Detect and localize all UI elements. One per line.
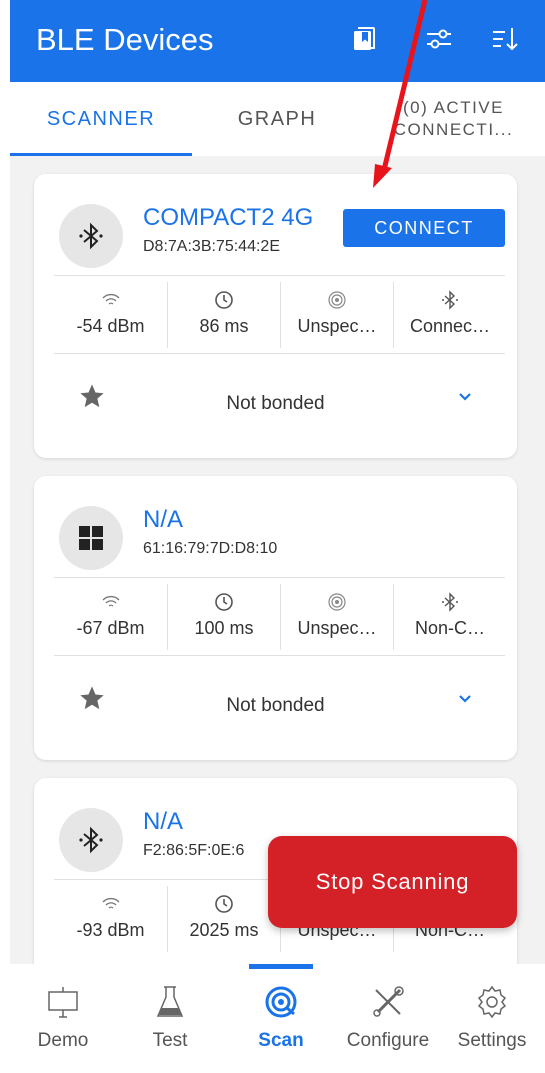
connectable-value: Connec… — [409, 316, 491, 336]
signal-icon — [102, 897, 119, 909]
bluetooth-icon — [79, 222, 103, 250]
device-card[interactable]: N/A 61:16:79:7D:D8:10 -67 dBm 100 ms Uns… — [34, 476, 517, 760]
bluetooth-small-icon — [442, 592, 458, 612]
device-address: F2:86:5F:0E:6 — [143, 842, 245, 859]
wrench-screwdriver-icon — [373, 986, 404, 1017]
divider — [54, 353, 505, 354]
nav-item-demo[interactable]: Demo — [15, 984, 111, 1052]
tab-scanner[interactable]: SCANNER — [10, 82, 192, 156]
device-stats: -67 dBm 100 ms Unspec… Non-C… — [54, 584, 505, 650]
device-name: COMPACT2 4G — [143, 204, 314, 231]
gear-icon — [477, 985, 507, 1019]
device-name: N/A — [143, 808, 184, 835]
nav-active-indicator — [249, 964, 313, 969]
app-bar: BLE Devices — [10, 0, 545, 82]
tab-active-connections-line1: (0) ACTIVE — [403, 98, 504, 117]
broadcast-icon — [328, 593, 346, 611]
beacon-type-value: Unspec… — [297, 316, 377, 336]
interval-value: 86 ms — [199, 316, 249, 336]
device-avatar — [59, 808, 123, 872]
nav-label-demo: Demo — [37, 1030, 89, 1051]
interval-value: 100 ms — [194, 618, 254, 638]
signal-icon — [102, 595, 119, 607]
scan-icon — [265, 986, 297, 1018]
device-stats: -54 dBm 86 ms Unspec… Connec… — [54, 282, 505, 348]
bottom-nav: Demo Test Scan Configure Settings — [10, 964, 545, 1073]
tab-active-connections[interactable]: (0) ACTIVE CONNECTI... — [362, 82, 545, 156]
tab-bar: SCANNER GRAPH (0) ACTIVE CONNECTI... — [10, 82, 545, 156]
clock-icon — [215, 895, 233, 913]
connect-button[interactable]: CONNECT — [343, 209, 505, 247]
clock-icon — [215, 593, 233, 611]
divider — [54, 577, 505, 578]
divider — [54, 275, 505, 276]
sort-icon[interactable] — [490, 24, 520, 54]
rssi-stat: -54 dBm — [54, 282, 167, 348]
bookmark-icon[interactable] — [350, 24, 380, 54]
device-card[interactable]: COMPACT2 4G D8:7A:3B:75:44:2E CONNECT -5… — [34, 174, 517, 458]
nav-label-test: Test — [152, 1030, 188, 1051]
nav-item-settings[interactable]: Settings — [444, 984, 540, 1052]
filter-sliders-icon[interactable] — [424, 24, 454, 54]
bond-status: Not bonded — [226, 393, 325, 414]
clock-icon — [215, 291, 233, 309]
chevron-down-icon[interactable] — [456, 388, 474, 406]
interval-stat: 100 ms — [167, 584, 280, 650]
nav-label-configure: Configure — [346, 1030, 430, 1051]
flask-icon — [156, 986, 184, 1017]
easel-icon — [48, 987, 78, 1018]
rssi-value: -67 dBm — [76, 618, 145, 638]
nav-label-settings: Settings — [457, 1030, 527, 1051]
windows-icon — [79, 526, 103, 550]
divider — [54, 655, 505, 656]
bond-status: Not bonded — [226, 695, 325, 716]
rssi-value: -93 dBm — [76, 920, 145, 940]
chevron-down-icon[interactable] — [456, 690, 474, 708]
broadcast-icon — [328, 291, 346, 309]
beacon-stat: Unspec… — [280, 282, 393, 348]
connectable-stat: Non-C… — [393, 584, 506, 650]
bluetooth-small-icon — [442, 290, 458, 310]
tab-graph[interactable]: GRAPH — [192, 82, 362, 156]
app-title: BLE Devices — [36, 22, 214, 57]
rssi-stat: -93 dBm — [54, 886, 167, 952]
device-name: N/A — [143, 506, 184, 533]
device-avatar — [59, 506, 123, 570]
beacon-stat: Unspec… — [280, 584, 393, 650]
connectable-value: Non-C… — [414, 618, 485, 638]
beacon-type-value: Unspec… — [297, 618, 377, 638]
interval-stat: 86 ms — [167, 282, 280, 348]
device-avatar — [59, 204, 123, 268]
tab-active-connections-line2: CONNECTI... — [393, 120, 514, 139]
bluetooth-icon — [79, 826, 103, 854]
connectable-stat: Connec… — [393, 282, 506, 348]
device-address: D8:7A:3B:75:44:2E — [143, 238, 280, 255]
nav-label-scan: Scan — [258, 1030, 304, 1051]
interval-stat: 2025 ms — [167, 886, 280, 952]
rssi-value: -54 dBm — [76, 316, 145, 336]
signal-icon — [102, 293, 119, 305]
device-address: 61:16:79:7D:D8:10 — [143, 540, 278, 557]
nav-item-scan[interactable]: Scan — [233, 984, 329, 1052]
rssi-stat: -67 dBm — [54, 584, 167, 650]
nav-item-configure[interactable]: Configure — [340, 984, 436, 1052]
nav-item-test[interactable]: Test — [122, 984, 218, 1052]
interval-value: 2025 ms — [189, 920, 259, 940]
stop-scanning-button[interactable]: Stop Scanning — [268, 836, 517, 928]
